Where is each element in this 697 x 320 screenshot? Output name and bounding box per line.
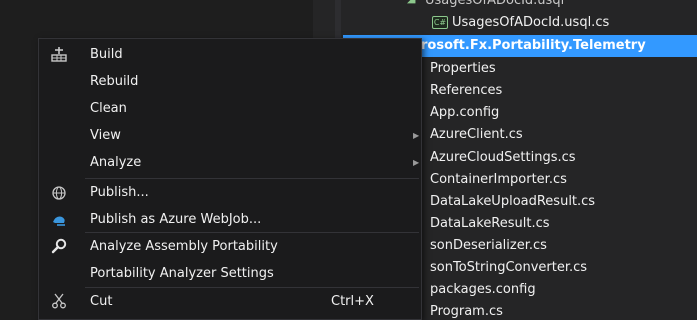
menu-item-build[interactable]: Build: [39, 41, 421, 68]
tree-item-label: sonToStringConverter.cs: [430, 260, 588, 275]
scissors-icon: [51, 288, 69, 315]
menu-item-label: Publish as Azure WebJob...: [90, 212, 262, 227]
tree-item-label: Properties: [430, 61, 496, 76]
build-icon: [51, 41, 69, 68]
menu-item-analyze[interactable]: Analyze ▶: [39, 149, 421, 176]
globe-icon: [51, 179, 69, 206]
menu-item-label: Publish...: [90, 185, 149, 200]
menu-item-clean[interactable]: Clean: [39, 95, 421, 122]
menu-item-view[interactable]: View ▶: [39, 122, 421, 149]
menu-item-label: Cut: [90, 294, 113, 309]
tree-item-label: App.config: [430, 105, 500, 120]
tree-item-label: DataLakeResult.cs: [430, 216, 550, 231]
menu-item-publish[interactable]: Publish...: [39, 179, 421, 206]
menu-item-publish-azure-webjob[interactable]: Publish as Azure WebJob...: [39, 206, 421, 233]
tree-item-label: AzureClient.cs: [430, 127, 523, 142]
menu-item-analyze-assembly-portability[interactable]: Analyze Assembly Portability: [39, 233, 421, 260]
menu-item-label: View: [90, 128, 121, 143]
menu-item-portability-analyzer-settings[interactable]: Portability Analyzer Settings: [39, 260, 421, 287]
tree-item-label: ContainerImporter.cs: [430, 172, 567, 187]
menu-item-label: Rebuild: [90, 74, 139, 89]
menu-item-label: Portability Analyzer Settings: [90, 266, 274, 281]
menu-item-rebuild[interactable]: Rebuild: [39, 68, 421, 95]
menu-item-label: Clean: [90, 101, 127, 116]
expander-icon[interactable]: ◢: [407, 0, 415, 10]
menu-item-shortcut: Ctrl+X: [331, 294, 374, 309]
tree-item-label: sonDeserializer.cs: [430, 238, 547, 253]
submenu-arrow-icon: ▶: [413, 158, 420, 167]
tree-item-usages-cs[interactable]: C# UsagesOfADocId.usql.cs: [343, 12, 697, 34]
tree-item-label: AzureCloudSettings.cs: [430, 150, 576, 165]
search-icon: [51, 233, 69, 260]
tree-item-label: UsagesOfADocId.usql: [425, 0, 565, 8]
menu-item-label: Build: [90, 47, 123, 62]
tree-item-label: Program.cs: [430, 304, 503, 319]
menu-item-label: Analyze: [90, 155, 142, 170]
context-menu: Build Rebuild Clean View ▶ Analyze ▶ Pub…: [38, 38, 422, 320]
tree-item-label: rosoft.Fx.Portability.Telemetry: [421, 38, 646, 53]
tree-item-label: packages.config: [430, 282, 536, 297]
csharp-file-icon: C#: [432, 16, 448, 29]
tree-item-label: UsagesOfADocId.usql.cs: [452, 15, 610, 30]
tree-item-label: DataLakeUploadResult.cs: [430, 194, 596, 209]
menu-item-cut[interactable]: Cut Ctrl+X: [39, 288, 421, 315]
menu-item-label: Analyze Assembly Portability: [90, 239, 278, 254]
submenu-arrow-icon: ▶: [413, 131, 420, 140]
tree-item-partial[interactable]: ◢ UsagesOfADocId.usql: [343, 0, 697, 12]
tree-item-label: References: [430, 83, 503, 98]
azure-webjob-icon: [51, 206, 69, 233]
